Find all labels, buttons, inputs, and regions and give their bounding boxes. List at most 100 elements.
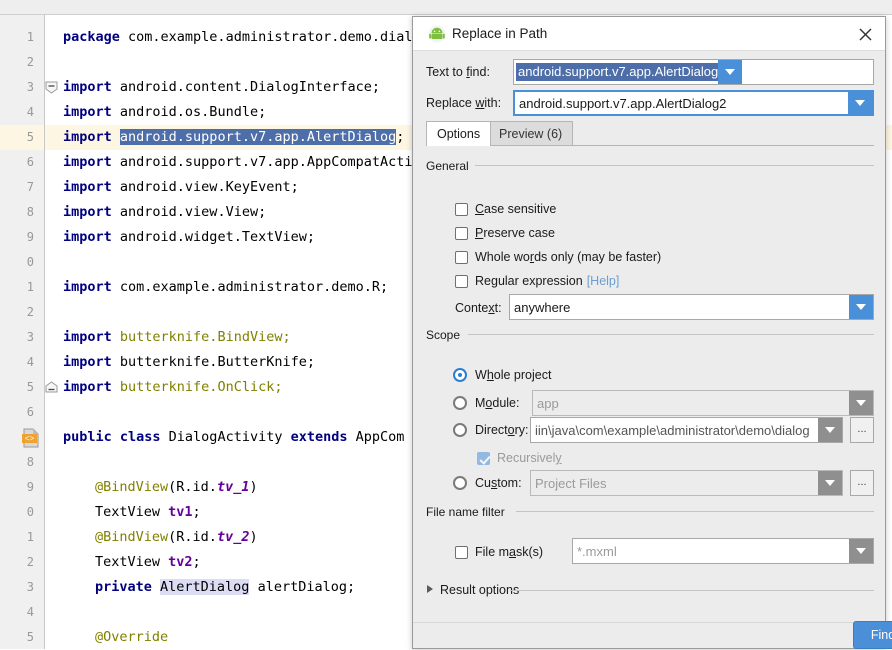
whole-project-label: Whole project [475,368,552,382]
code-line: import android.view.View; [63,204,267,220]
regular-expression-label: Regular expression [475,274,583,288]
file-filter-group-title: File name filter [426,505,511,519]
context-label: Context: [455,301,502,315]
preserve-case-checkbox[interactable] [455,226,468,240]
tabs-underline [426,145,874,146]
gutter-line-number: 3 [26,330,34,344]
file-mask-input[interactable]: *.mxml [573,544,849,559]
xml-layout-file-icon[interactable]: <> [20,428,42,448]
file-mask-combo[interactable]: *.mxml [572,538,874,564]
custom-radio[interactable] [453,476,467,490]
code-line: import android.content.DialogInterface; [63,79,380,95]
fold-collapse-icon[interactable] [45,81,58,94]
module-combo[interactable]: app [532,390,874,416]
chevron-right-icon[interactable] [427,585,433,593]
case-sensitive-row[interactable]: Case sensitive [455,202,556,216]
directory-value[interactable]: iin\java\com\example\administrator\demo\… [531,423,818,438]
text-to-find-label: Text to find: [426,65,490,79]
code-line: TextView tv1; [95,504,201,520]
recursively-checkbox[interactable] [477,451,490,465]
whole-words-only-checkbox[interactable] [455,250,468,264]
replace-with-input[interactable]: android.support.v7.app.AlertDialog2 [515,96,848,111]
text-to-find-combo[interactable]: android.support.v7.app.AlertDialog [513,59,874,85]
close-icon[interactable] [853,23,877,45]
footer-separator [413,622,885,623]
context-dropdown-arrow[interactable] [849,295,873,319]
gutter-line-number: 9 [26,230,34,244]
file-mask-checkbox[interactable] [455,545,468,559]
gutter-line-number: 6 [26,155,34,169]
code-line: @BindView(R.id.tv_1) [95,479,258,495]
general-group-title: General [426,159,475,173]
gutter-line-number: 1 [26,530,34,544]
code-line: import butterknife.BindView; [63,329,291,345]
gutter-line-number: 4 [26,105,34,119]
whole-words-only-row[interactable]: Whole words only (may be faster) [455,250,661,264]
directory-combo[interactable]: iin\java\com\example\administrator\demo\… [530,417,843,443]
scope-module-row[interactable]: Module: [453,396,519,410]
preserve-case-row[interactable]: Preserve case [455,226,555,240]
tab-preview[interactable]: Preview (6) [488,121,574,146]
case-sensitive-label: Case sensitive [475,202,557,216]
scope-whole-project-row[interactable]: Whole project [453,368,551,382]
case-sensitive-checkbox[interactable] [455,202,468,216]
context-combo[interactable]: anywhere [509,294,874,320]
ide-top-strip [0,0,892,15]
editor-gutter[interactable]: 1234567890123456789012345 [0,15,45,649]
gutter-line-number: 5 [26,130,34,144]
gutter-line-number: 2 [26,305,34,319]
regular-expression-checkbox[interactable] [455,274,468,288]
fold-end-icon[interactable] [45,381,58,394]
whole-project-radio[interactable] [453,368,467,382]
find-button[interactable]: Find [853,621,892,649]
context-value[interactable]: anywhere [510,300,849,315]
tab-options[interactable]: Options [426,121,492,146]
directory-dropdown-arrow[interactable] [818,418,842,442]
gutter-line-number: 6 [26,405,34,419]
recursively-label: Recursively [497,451,562,465]
gutter-line-number: 0 [26,505,34,519]
gutter-line-number: 5 [26,630,34,644]
replace-with-label: Replace with: [426,96,502,110]
svg-text:<>: <> [25,435,35,444]
code-line: TextView tv2; [95,554,201,570]
custom-browse-button[interactable]: ... [850,470,874,496]
gutter-line-number: 9 [26,480,34,494]
code-line: import butterknife.ButterKnife; [63,354,315,370]
regex-help-link[interactable]: [Help] [587,274,620,288]
dialog-tabs[interactable]: Options Preview (6) [426,121,874,146]
file-mask-dropdown-arrow[interactable] [849,539,873,563]
text-to-find-dropdown-arrow[interactable] [718,60,743,84]
custom-dropdown-arrow[interactable] [818,471,842,495]
result-options-toggle[interactable]: Result options [440,583,519,597]
gutter-line-number: 1 [26,280,34,294]
file-mask-row[interactable]: File mask(s) [455,545,543,559]
replace-with-combo[interactable]: android.support.v7.app.AlertDialog2 [513,90,874,116]
gutter-line-number: 3 [26,580,34,594]
custom-value: Project Files [535,475,607,491]
gutter-line-number: 8 [26,205,34,219]
replace-with-dropdown-arrow[interactable] [848,92,872,114]
gutter-line-number: 0 [26,255,34,269]
module-dropdown-arrow[interactable] [849,391,873,415]
custom-combo[interactable]: Project Files [530,470,843,496]
whole-words-only-label: Whole words only (may be faster) [475,250,662,264]
directory-browse-button[interactable]: ... [850,417,874,443]
regular-expression-row[interactable]: Regular expression [Help] [455,274,619,288]
text-to-find-input[interactable]: android.support.v7.app.AlertDialog [516,63,719,81]
scope-directory-row[interactable]: Directory: [453,423,529,437]
code-line: import android.widget.TextView; [63,229,315,245]
module-radio[interactable] [453,396,467,410]
recursively-row[interactable]: Recursively [477,451,562,465]
scope-custom-row[interactable]: Custom: [453,476,522,490]
code-line: import butterknife.OnClick; [63,379,283,395]
result-options-rule [510,590,874,591]
dialog-title-bar: Replace in Path [413,17,885,51]
directory-radio[interactable] [453,423,467,437]
android-robot-icon [428,25,446,43]
general-group-rule [475,165,874,166]
